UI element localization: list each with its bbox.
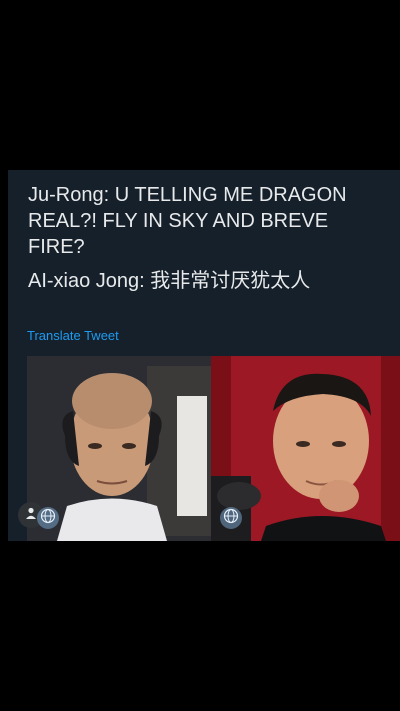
tweet-text: Ju-Rong: U TELLING ME DRAGON REAL?! FLY …	[28, 182, 388, 294]
globe-icon	[223, 508, 239, 529]
tweet-card: Ju-Rong: U TELLING ME DRAGON REAL?! FLY …	[8, 170, 400, 541]
tweet-line-2: AI-xiao Jong: 我非常讨厌犹太人	[28, 270, 311, 292]
globe-button-right[interactable]	[220, 507, 242, 529]
translate-tweet-link[interactable]: Translate Tweet	[27, 328, 119, 343]
globe-button-left[interactable]	[37, 507, 59, 529]
tweet-line-1: Ju-Rong: U TELLING ME DRAGON REAL?! FLY …	[28, 184, 347, 258]
tweet-media[interactable]	[27, 356, 400, 541]
globe-icon	[40, 508, 56, 529]
person-icon	[24, 506, 38, 525]
